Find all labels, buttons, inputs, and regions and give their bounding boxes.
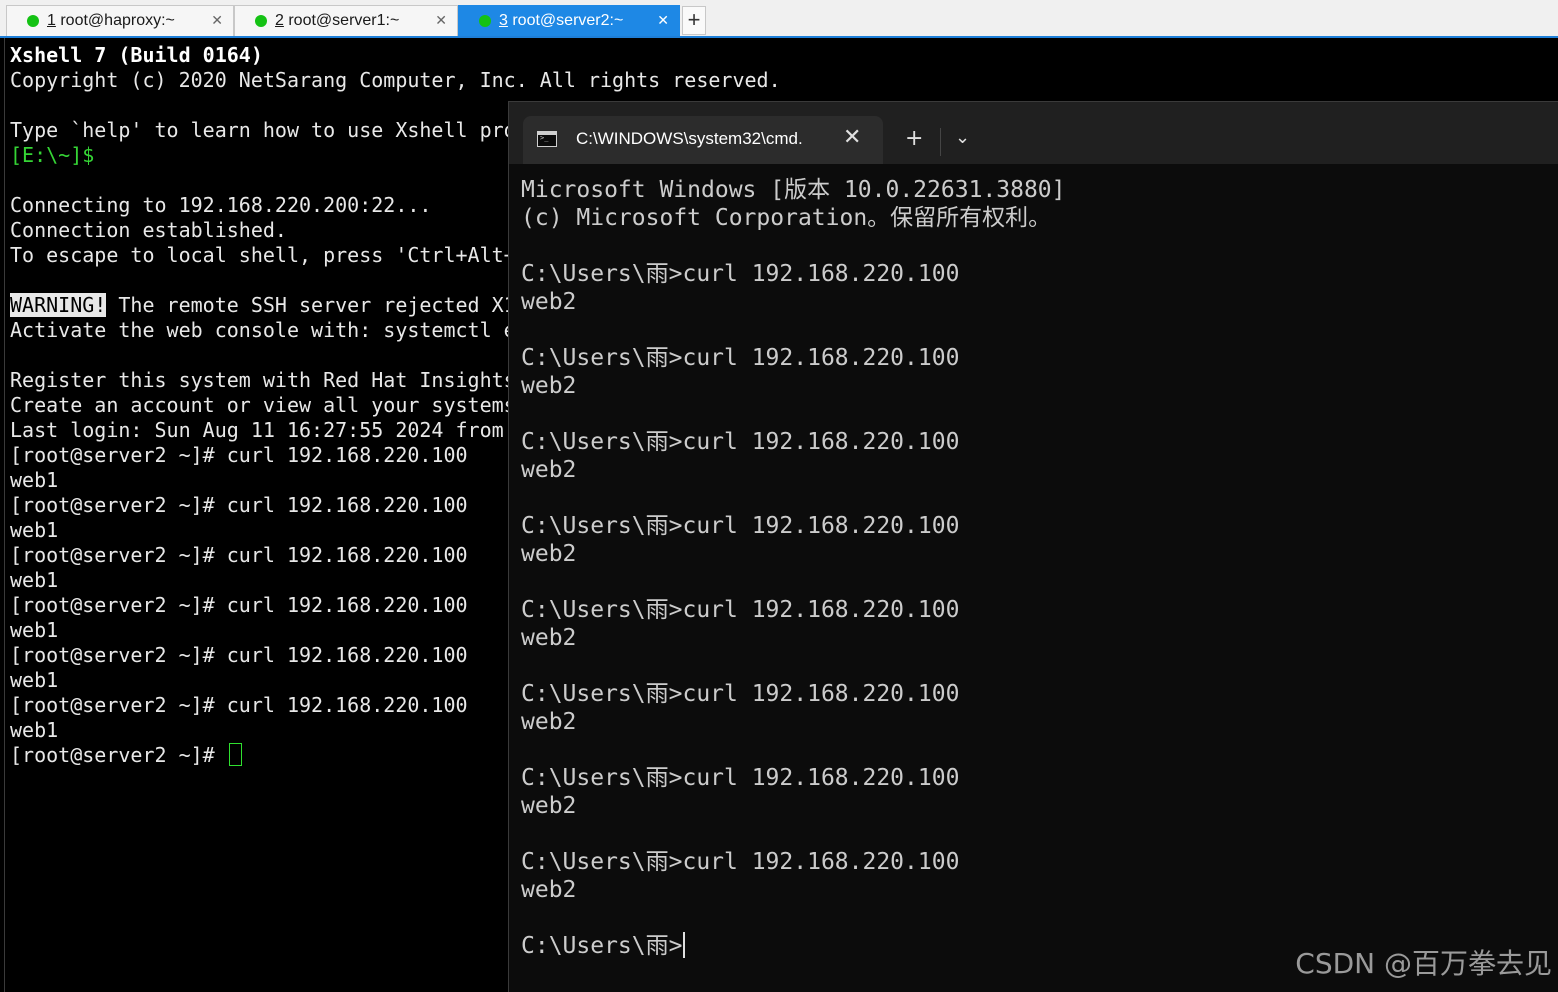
cmd-console[interactable]: Microsoft Windows [版本 10.0.22631.3880] (…	[509, 164, 1558, 992]
command-line: [root@server2 ~]# curl 192.168.220.100	[10, 543, 468, 567]
cmd-title-bar: C:\WINDOWS\system32\cmd. ✕ + ⌄	[509, 102, 1558, 164]
connected-status-icon	[27, 15, 39, 27]
warning-text: The remote SSH server rejected X1	[106, 293, 516, 317]
chevron-down-icon[interactable]: ⌄	[955, 127, 970, 148]
tab-label: 3 root@server2:~	[499, 12, 624, 29]
tab-root-haproxy[interactable]: 1 root@haproxy:~ ✕	[6, 5, 234, 36]
output-line: web2	[521, 373, 577, 399]
current-prompt-line[interactable]: [root@server2 ~]#	[10, 743, 242, 768]
watermark: CSDN @百万拳去见	[1295, 947, 1552, 980]
tab-close-icon[interactable]: ✕	[435, 12, 447, 29]
output-line: web2	[521, 289, 577, 315]
output-line: web2	[521, 793, 577, 819]
command-line: C:\Users\雨>curl 192.168.220.100	[521, 849, 960, 875]
warning-line: WARNING! The remote SSH server rejected …	[10, 293, 516, 318]
connected-status-icon	[479, 15, 491, 27]
banner-title: Xshell 7 (Build 0164)	[10, 43, 263, 67]
shell-prompt: [root@server2 ~]#	[10, 743, 227, 767]
command-line: [root@server2 ~]# curl 192.168.220.100	[10, 493, 468, 517]
text-cursor	[683, 932, 686, 958]
output-line: web1	[10, 668, 59, 692]
close-icon[interactable]: ✕	[843, 125, 861, 150]
tab-root-server2[interactable]: 3 root@server2:~ ✕	[458, 5, 680, 36]
command-prompt-icon	[537, 131, 557, 147]
xshell-tab-bar: 1 root@haproxy:~ ✕ 2 root@server1:~ ✕ 3 …	[0, 0, 1558, 38]
title-bar-divider	[940, 128, 941, 156]
version-line: Microsoft Windows [版本 10.0.22631.3880]	[521, 177, 1066, 203]
local-prompt: [E:\~]$	[10, 143, 95, 167]
create-account-line: Create an account or view all your syste…	[10, 393, 516, 417]
output-line: web1	[10, 468, 59, 492]
command-line: C:\Users\雨>curl 192.168.220.100	[521, 261, 960, 287]
cmd-prompt: C:\Users\雨>	[521, 933, 683, 959]
output-line: web2	[521, 877, 577, 903]
copyright-line: (c) Microsoft Corporation。保留所有权利。	[521, 205, 1052, 231]
established-line: Connection established.	[10, 218, 287, 242]
output-line: web2	[521, 457, 577, 483]
output-line: web2	[521, 625, 577, 651]
command-line: [root@server2 ~]# curl 192.168.220.100	[10, 443, 468, 467]
command-line: C:\Users\雨>curl 192.168.220.100	[521, 765, 960, 791]
escape-line: To escape to local shell, press 'Ctrl+Al…	[10, 243, 516, 267]
tab-cmd[interactable]: C:\WINDOWS\system32\cmd. ✕	[523, 116, 883, 164]
cmd-window: C:\WINDOWS\system32\cmd. ✕ + ⌄ Microsoft…	[508, 101, 1558, 992]
tab-close-icon[interactable]: ✕	[211, 12, 223, 29]
connected-status-icon	[255, 15, 267, 27]
output-line: web2	[521, 709, 577, 735]
output-line: web1	[10, 718, 59, 742]
command-line: [root@server2 ~]# curl 192.168.220.100	[10, 593, 468, 617]
activate-line: Activate the web console with: systemctl…	[10, 318, 516, 342]
current-prompt-line[interactable]: C:\Users\雨>	[521, 932, 686, 960]
copyright-line: Copyright (c) 2020 NetSarang Computer, I…	[10, 68, 781, 92]
command-line: C:\Users\雨>curl 192.168.220.100	[521, 345, 960, 371]
new-tab-button[interactable]: +	[905, 126, 923, 151]
command-line: C:\Users\雨>curl 192.168.220.100	[521, 597, 960, 623]
command-line: [root@server2 ~]# curl 192.168.220.100	[10, 643, 468, 667]
tab-label: 2 root@server1:~	[275, 12, 400, 29]
connecting-line: Connecting to 192.168.220.200:22...	[10, 193, 432, 217]
help-line: Type `help' to learn how to use Xshell p…	[10, 118, 516, 142]
output-line: web1	[10, 618, 59, 642]
output-line: web1	[10, 518, 59, 542]
register-line: Register this system with Red Hat Insigh…	[10, 368, 516, 392]
last-login-line: Last login: Sun Aug 11 16:27:55 2024 fro…	[10, 418, 504, 442]
new-tab-button[interactable]: +	[682, 6, 706, 35]
tab-close-icon[interactable]: ✕	[657, 12, 669, 29]
warning-badge: WARNING!	[10, 293, 107, 317]
command-line: [root@server2 ~]# curl 192.168.220.100	[10, 693, 468, 717]
command-line: C:\Users\雨>curl 192.168.220.100	[521, 513, 960, 539]
terminal-cursor	[228, 743, 242, 766]
output-line: web2	[521, 541, 577, 567]
output-line: web1	[10, 568, 59, 592]
command-line: C:\Users\雨>curl 192.168.220.100	[521, 429, 960, 455]
command-line: C:\Users\雨>curl 192.168.220.100	[521, 681, 960, 707]
tab-root-server1[interactable]: 2 root@server1:~ ✕	[234, 5, 458, 36]
tab-title: C:\WINDOWS\system32\cmd.	[576, 129, 803, 148]
tab-label: 1 root@haproxy:~	[47, 12, 175, 29]
